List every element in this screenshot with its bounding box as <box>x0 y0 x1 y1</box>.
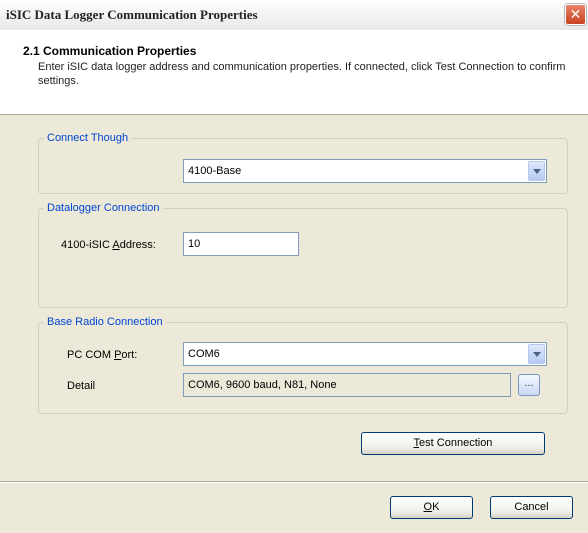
address-value: 10 <box>188 238 201 250</box>
test-connection-button[interactable]: Test Connection <box>361 432 545 455</box>
chevron-down-icon[interactable] <box>528 344 545 364</box>
close-icon: ✕ <box>569 6 582 22</box>
footer-separator <box>0 481 588 483</box>
ok-button[interactable]: OK <box>390 496 473 519</box>
close-button[interactable]: ✕ <box>565 4 586 25</box>
header-panel: 2.1 Communication Properties Enter iSIC … <box>0 30 588 115</box>
cancel-button[interactable]: Cancel <box>490 496 573 519</box>
datalogger-connection-legend: Datalogger Connection <box>47 202 160 214</box>
connect-through-legend: Connect Though <box>47 132 129 144</box>
page-title: 2.1 Communication Properties <box>23 44 197 58</box>
address-label: 4100-iSIC Address: <box>61 239 156 251</box>
datalogger-connection-group: Datalogger Connection <box>38 202 568 308</box>
page-description: Enter iSIC data logger address and commu… <box>38 61 566 87</box>
detail-browse-button[interactable]: ... <box>518 374 540 396</box>
connect-through-value: 4100-Base <box>188 165 242 177</box>
chevron-down-icon[interactable] <box>528 161 545 181</box>
address-input[interactable]: 10 <box>183 232 299 256</box>
com-port-label: PC COM Port: <box>67 349 138 361</box>
detail-field: COM6, 9600 baud, N81, None <box>183 373 511 397</box>
detail-label: Detail <box>67 380 96 392</box>
title-bar[interactable]: iSIC Data Logger Communication Propertie… <box>0 0 588 31</box>
detail-value: COM6, 9600 baud, N81, None <box>188 379 337 391</box>
connect-through-dropdown[interactable]: 4100-Base <box>183 159 547 183</box>
dialog-window: iSIC Data Logger Communication Propertie… <box>0 0 588 533</box>
base-radio-connection-legend: Base Radio Connection <box>47 316 163 328</box>
com-port-value: COM6 <box>188 348 220 360</box>
com-port-dropdown[interactable]: COM6 <box>183 342 547 366</box>
window-title: iSIC Data Logger Communication Propertie… <box>6 7 258 22</box>
